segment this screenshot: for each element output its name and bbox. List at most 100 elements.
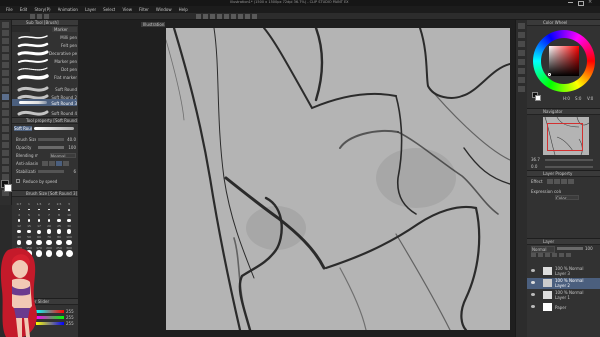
effect-color-icon[interactable] — [561, 179, 567, 184]
minimize-icon[interactable] — [568, 2, 573, 3]
navigator-dock-icon[interactable] — [518, 59, 525, 65]
layer-row[interactable]: Paper — [527, 302, 600, 313]
color-wheel-dock-icon[interactable] — [518, 23, 525, 29]
subtool-item-5[interactable]: Flat marker — [49, 75, 77, 80]
airbrush-tool-icon[interactable] — [2, 102, 9, 108]
move-tool-icon[interactable] — [2, 30, 9, 36]
expression-color-select[interactable]: Color — [555, 195, 579, 200]
opacity-slider[interactable] — [38, 146, 64, 149]
anti-aliasing-option-strong[interactable] — [63, 161, 69, 166]
select-all-icon[interactable] — [245, 14, 250, 19]
tool-property-row-0[interactable]: Brush Size 40.0 — [16, 137, 76, 143]
new-raster-layer-icon[interactable] — [531, 253, 536, 257]
effect-tone-icon[interactable] — [554, 179, 560, 184]
subtool-item-3[interactable]: Marker pen — [49, 59, 77, 64]
menu-file[interactable]: File — [6, 7, 13, 12]
invert-icon[interactable] — [252, 14, 257, 19]
auto-select-tool-icon[interactable] — [2, 62, 9, 68]
green-value[interactable]: 255 — [66, 315, 76, 320]
eraser-tool-icon[interactable] — [2, 118, 9, 124]
subtool-item-6[interactable]: Soft Round — [49, 87, 77, 92]
fill-tool-icon[interactable] — [2, 134, 9, 140]
color-set-dock-icon[interactable] — [518, 32, 525, 38]
eyedropper-tool-icon[interactable] — [2, 70, 9, 76]
navigator-tab[interactable]: Navigator — [527, 109, 600, 115]
menu-edit[interactable]: Edit — [20, 7, 28, 12]
menu-help[interactable]: Help — [179, 7, 188, 12]
clear-icon[interactable] — [210, 14, 215, 19]
deselect-icon[interactable] — [231, 14, 236, 19]
tool-property-row-1[interactable]: Opacity 100 — [16, 145, 76, 151]
decoration-tool-icon[interactable] — [2, 110, 9, 116]
layer-opacity-slider[interactable] — [557, 247, 583, 250]
navigator-thumbnail[interactable] — [543, 117, 589, 155]
reduce-by-speed-row[interactable]: Reduce by speed — [16, 179, 76, 185]
navigator-angle-value[interactable]: 0.0 — [531, 164, 543, 169]
new-folder-icon[interactable] — [545, 253, 550, 257]
navigator-zoom-row[interactable]: 36.7 — [531, 157, 597, 163]
move-layer-tool-icon[interactable] — [2, 46, 9, 52]
new-vector-layer-icon[interactable] — [538, 253, 543, 257]
saturation-value-square[interactable] — [549, 46, 579, 76]
effect-extract-icon[interactable] — [568, 179, 574, 184]
subtool-item-7[interactable]: Soft Round 2 — [49, 95, 77, 100]
canvas-tab[interactable]: Illustration1* — [141, 22, 165, 27]
lock-layer-icon[interactable] — [559, 253, 564, 257]
blending-mode-select[interactable]: Normal — [50, 153, 76, 158]
navigator-angle-slider[interactable] — [545, 166, 593, 168]
selection-tool-icon[interactable] — [2, 54, 9, 60]
anti-aliasing-option-medium[interactable] — [56, 161, 62, 166]
reduce-by-speed-checkbox[interactable] — [16, 179, 20, 183]
sub-color-indicator[interactable] — [535, 95, 541, 101]
clip-layer-icon[interactable] — [552, 253, 557, 257]
menu-animation[interactable]: Animation — [58, 7, 78, 12]
color-history-dock-icon[interactable] — [518, 41, 525, 47]
brush-size-preset[interactable]: 250 — [54, 247, 64, 258]
ruler-tool-icon[interactable] — [2, 166, 9, 172]
intermediate-color-dock-icon[interactable] — [518, 50, 525, 56]
layer-row-selected[interactable]: 100 % Normal Layer 2 — [527, 278, 600, 289]
menu-layer[interactable]: Layer — [85, 7, 96, 12]
subtool-group-tab[interactable] — [12, 26, 30, 32]
crop-icon[interactable] — [238, 14, 243, 19]
sub-color-swatch[interactable] — [4, 184, 12, 192]
pen-tool-icon[interactable] — [2, 78, 9, 84]
subtool-item-9[interactable]: Soft Round 4 — [49, 111, 77, 116]
tool-property-row-4[interactable]: Stabilization 6 — [16, 169, 76, 175]
layer-visibility-icon[interactable] — [531, 269, 535, 272]
transform-icon[interactable] — [224, 14, 229, 19]
layer-opacity-value[interactable]: 100 — [585, 246, 595, 252]
stabilization-value[interactable]: 6 — [66, 169, 76, 174]
subtool-item-4[interactable]: Dot pen — [49, 67, 77, 72]
fill-icon[interactable] — [217, 14, 222, 19]
zoom-tool-icon[interactable] — [2, 22, 9, 28]
navigator-zoom-slider[interactable] — [545, 159, 593, 161]
menu-window[interactable]: Window — [156, 7, 172, 12]
anti-aliasing-option-weak[interactable] — [49, 161, 55, 166]
layer-dock-icon[interactable] — [518, 86, 525, 92]
subtool-item-2[interactable]: Decorative pen — [49, 51, 77, 56]
menu-filter[interactable]: Filter — [139, 7, 149, 12]
layer-visibility-icon[interactable] — [531, 305, 535, 308]
anti-aliasing-option-none[interactable] — [42, 161, 48, 166]
blend-tool-icon[interactable] — [2, 126, 9, 132]
subtool-item-1[interactable]: Felt pen — [49, 43, 77, 48]
menu-story[interactable]: Story(P) — [34, 7, 50, 12]
layer-blend-mode-select[interactable]: Normal — [531, 246, 555, 253]
layer-visibility-icon[interactable] — [531, 281, 535, 284]
canvas-document[interactable] — [166, 28, 510, 330]
subtool-item-8[interactable]: Soft Round 3 — [49, 101, 77, 106]
sub-view-dock-icon[interactable] — [518, 68, 525, 74]
effect-border-icon[interactable] — [547, 179, 553, 184]
brush-size-slider[interactable] — [38, 138, 64, 141]
opacity-value[interactable]: 100 — [66, 145, 76, 150]
operation-tool-icon[interactable] — [2, 38, 9, 44]
figure-tool-icon[interactable] — [2, 150, 9, 156]
redo-icon[interactable] — [203, 14, 208, 19]
canvas-area[interactable]: Illustration1* — [78, 20, 515, 337]
brush-tool-icon[interactable] — [2, 94, 9, 100]
layer-row[interactable]: 100 % Normal Layer 1 — [527, 290, 600, 301]
frame-tool-icon[interactable] — [2, 158, 9, 164]
navigator-zoom-value[interactable]: 36.7 — [531, 157, 543, 162]
open-icon[interactable] — [37, 14, 42, 19]
